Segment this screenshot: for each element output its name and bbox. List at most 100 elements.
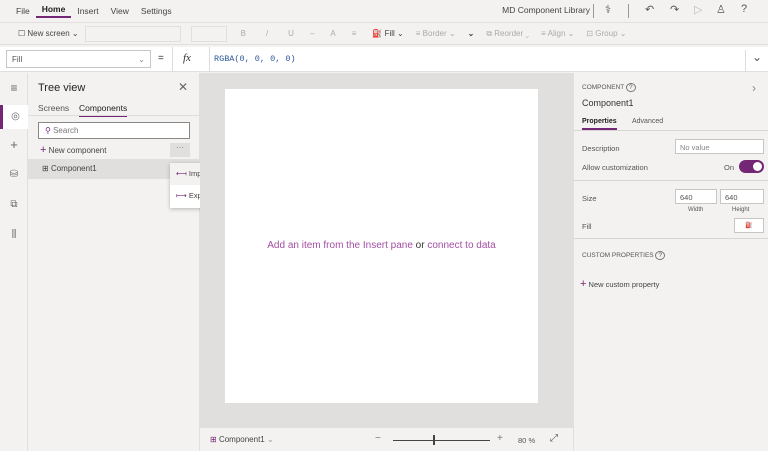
left-rail: ≡ ◎ + ⛁ ⧉ ⫼ <box>0 73 28 451</box>
hint-text: Add an item from the Insert pane <box>267 240 413 251</box>
menu-file[interactable]: File <box>10 6 36 16</box>
properties-panel: COMPONENT ? › Component1 Properties Adva… <box>573 73 768 451</box>
tab-screens[interactable]: Screens <box>38 103 69 113</box>
canvas-hint: Add an item from the Insert pane or conn… <box>225 240 538 251</box>
tab-advanced[interactable]: Advanced <box>632 118 663 125</box>
formula-bar: Fill ⌄ = fx RGBA(0, 0, 0, 0) ⌄ <box>0 47 768 72</box>
undo-icon[interactable]: ↶ <box>645 3 654 16</box>
divider <box>593 4 594 18</box>
expand-formula-icon[interactable]: ⌄ <box>745 50 768 72</box>
zoom-out-button[interactable]: − <box>375 433 381 444</box>
connect-to-data-link[interactable]: connect to data <box>427 240 495 251</box>
allow-customization-label: Allow customization <box>582 163 648 172</box>
user-icon[interactable]: ♙ <box>716 3 726 16</box>
export-icon: ⟼ <box>176 191 187 200</box>
hint-or: or <box>415 240 425 251</box>
custom-properties-heading: CUSTOM PROPERTIES ? <box>582 251 666 260</box>
equals-sign: = <box>158 53 164 64</box>
plus-icon: + <box>40 144 47 156</box>
data-icon[interactable]: ⛁ <box>0 169 28 180</box>
reorder-button[interactable]: ⧉ Reorder ⌄ <box>486 29 529 39</box>
divider <box>574 238 768 239</box>
section-title: COMPONENT <box>582 84 625 91</box>
menu-bar: File Home Insert View Settings MD Compon… <box>0 0 768 22</box>
description-input[interactable]: No value <box>675 139 764 154</box>
zoom-unit: % <box>528 436 536 445</box>
fill-color-picker[interactable]: ⛽ <box>734 218 764 233</box>
new-custom-property-button[interactable]: + New custom property <box>580 278 659 290</box>
group-label: Group <box>595 29 618 38</box>
italic-button[interactable]: / <box>266 29 268 38</box>
fill-button[interactable]: ⛽ Fill ⌄ <box>372 29 403 38</box>
tree-view-icon[interactable]: ◎ <box>0 105 28 129</box>
more-chevron-icon[interactable]: ⌄ <box>468 29 475 38</box>
new-screen-button[interactable]: ☐ New screen ⌄ <box>18 29 79 38</box>
underline-button[interactable]: U <box>288 29 294 38</box>
bold-button[interactable]: B <box>241 29 246 38</box>
insert-icon[interactable]: + <box>0 137 28 152</box>
canvas-area: Add an item from the Insert pane or conn… <box>200 73 573 428</box>
help-icon[interactable]: ? <box>741 3 747 15</box>
new-custom-property-label: New custom property <box>588 280 660 289</box>
zoom-slider-thumb[interactable] <box>432 435 435 445</box>
redo-icon[interactable]: ↷ <box>670 3 679 16</box>
search-input[interactable]: ⚲ Search <box>38 122 190 139</box>
font-color-button[interactable]: A <box>330 29 335 38</box>
font-size-dropdown[interactable] <box>190 25 227 42</box>
play-icon[interactable]: ▷ <box>694 3 702 16</box>
component-icon: ⊞ <box>42 164 49 173</box>
property-dropdown[interactable]: Fill ⌄ <box>6 50 151 68</box>
app-title: MD Component Library <box>502 5 590 15</box>
advanced-tools-icon[interactable]: ⫼ <box>0 229 28 240</box>
menu-insert[interactable]: Insert <box>71 6 104 16</box>
fx-button[interactable]: fx <box>172 47 210 72</box>
align-button[interactable]: ≡ Align ⌄ <box>541 29 574 38</box>
menu-home[interactable]: Home <box>35 4 72 18</box>
description-label: Description <box>582 144 620 153</box>
new-component-label: New component <box>48 146 107 155</box>
tab-properties[interactable]: Properties <box>582 118 617 130</box>
height-input[interactable]: 640 <box>720 189 764 204</box>
fill-label: Fill <box>582 222 592 231</box>
group-button[interactable]: ⊡ Group ⌄ <box>586 29 626 38</box>
hamburger-icon[interactable]: ≡ <box>0 81 28 95</box>
align-text-icon[interactable]: ≡ <box>352 29 357 38</box>
zoom-in-button[interactable]: + <box>497 433 503 444</box>
strikethrough-icon[interactable]: ‒ <box>310 29 314 38</box>
fill-label: Fill <box>384 29 395 38</box>
property-value: Fill <box>12 55 23 64</box>
border-label: Border <box>422 29 447 38</box>
new-component-button[interactable]: + New component <box>40 144 106 156</box>
formula-input[interactable]: RGBA(0, 0, 0, 0) <box>214 54 734 64</box>
search-icon: ⚲ <box>45 126 51 135</box>
zoom-level: 80 % <box>518 436 535 445</box>
menu-view[interactable]: View <box>105 6 135 16</box>
help-icon[interactable]: ? <box>625 83 636 92</box>
media-icon[interactable]: ⧉ <box>0 199 28 210</box>
stethoscope-icon[interactable]: ⚕ <box>605 3 611 16</box>
border-button[interactable]: ≡ Border ⌄ <box>416 29 456 38</box>
component-name: Component1 <box>582 98 634 108</box>
width-input[interactable]: 640 <box>675 189 717 204</box>
component-canvas[interactable]: Add an item from the Insert pane or conn… <box>225 89 538 403</box>
size-label: Size <box>582 194 597 203</box>
chevron-right-icon[interactable]: › <box>752 81 756 95</box>
tree-item-label: Component1 <box>50 164 97 173</box>
zoom-slider[interactable] <box>393 440 490 441</box>
zoom-value: 80 <box>518 436 527 445</box>
panel-title: Tree view <box>38 82 86 94</box>
toolbar: ☐ New screen ⌄ B / U ‒ A ≡ ⛽ Fill ⌄ ≡ Bo… <box>0 22 768 45</box>
help-icon[interactable]: ? <box>655 251 666 260</box>
allow-customization-toggle[interactable] <box>739 160 764 173</box>
fullscreen-icon[interactable]: ⤢ <box>550 433 558 444</box>
screen-selector[interactable]: ⊞ Component1 ⌄ <box>210 435 274 444</box>
font-dropdown[interactable] <box>84 25 181 42</box>
fx-icon: fx <box>183 52 191 64</box>
tree-view-panel: Tree view ✕ Screens Components ⚲ Search … <box>28 73 200 451</box>
close-icon[interactable]: ✕ <box>178 80 188 94</box>
chevron-down-icon: ⌄ <box>266 435 274 444</box>
divider <box>574 180 768 181</box>
section-label: COMPONENT ? <box>582 83 636 92</box>
more-options-button[interactable]: ⋯ <box>170 143 190 157</box>
menu-settings[interactable]: Settings <box>135 6 178 16</box>
